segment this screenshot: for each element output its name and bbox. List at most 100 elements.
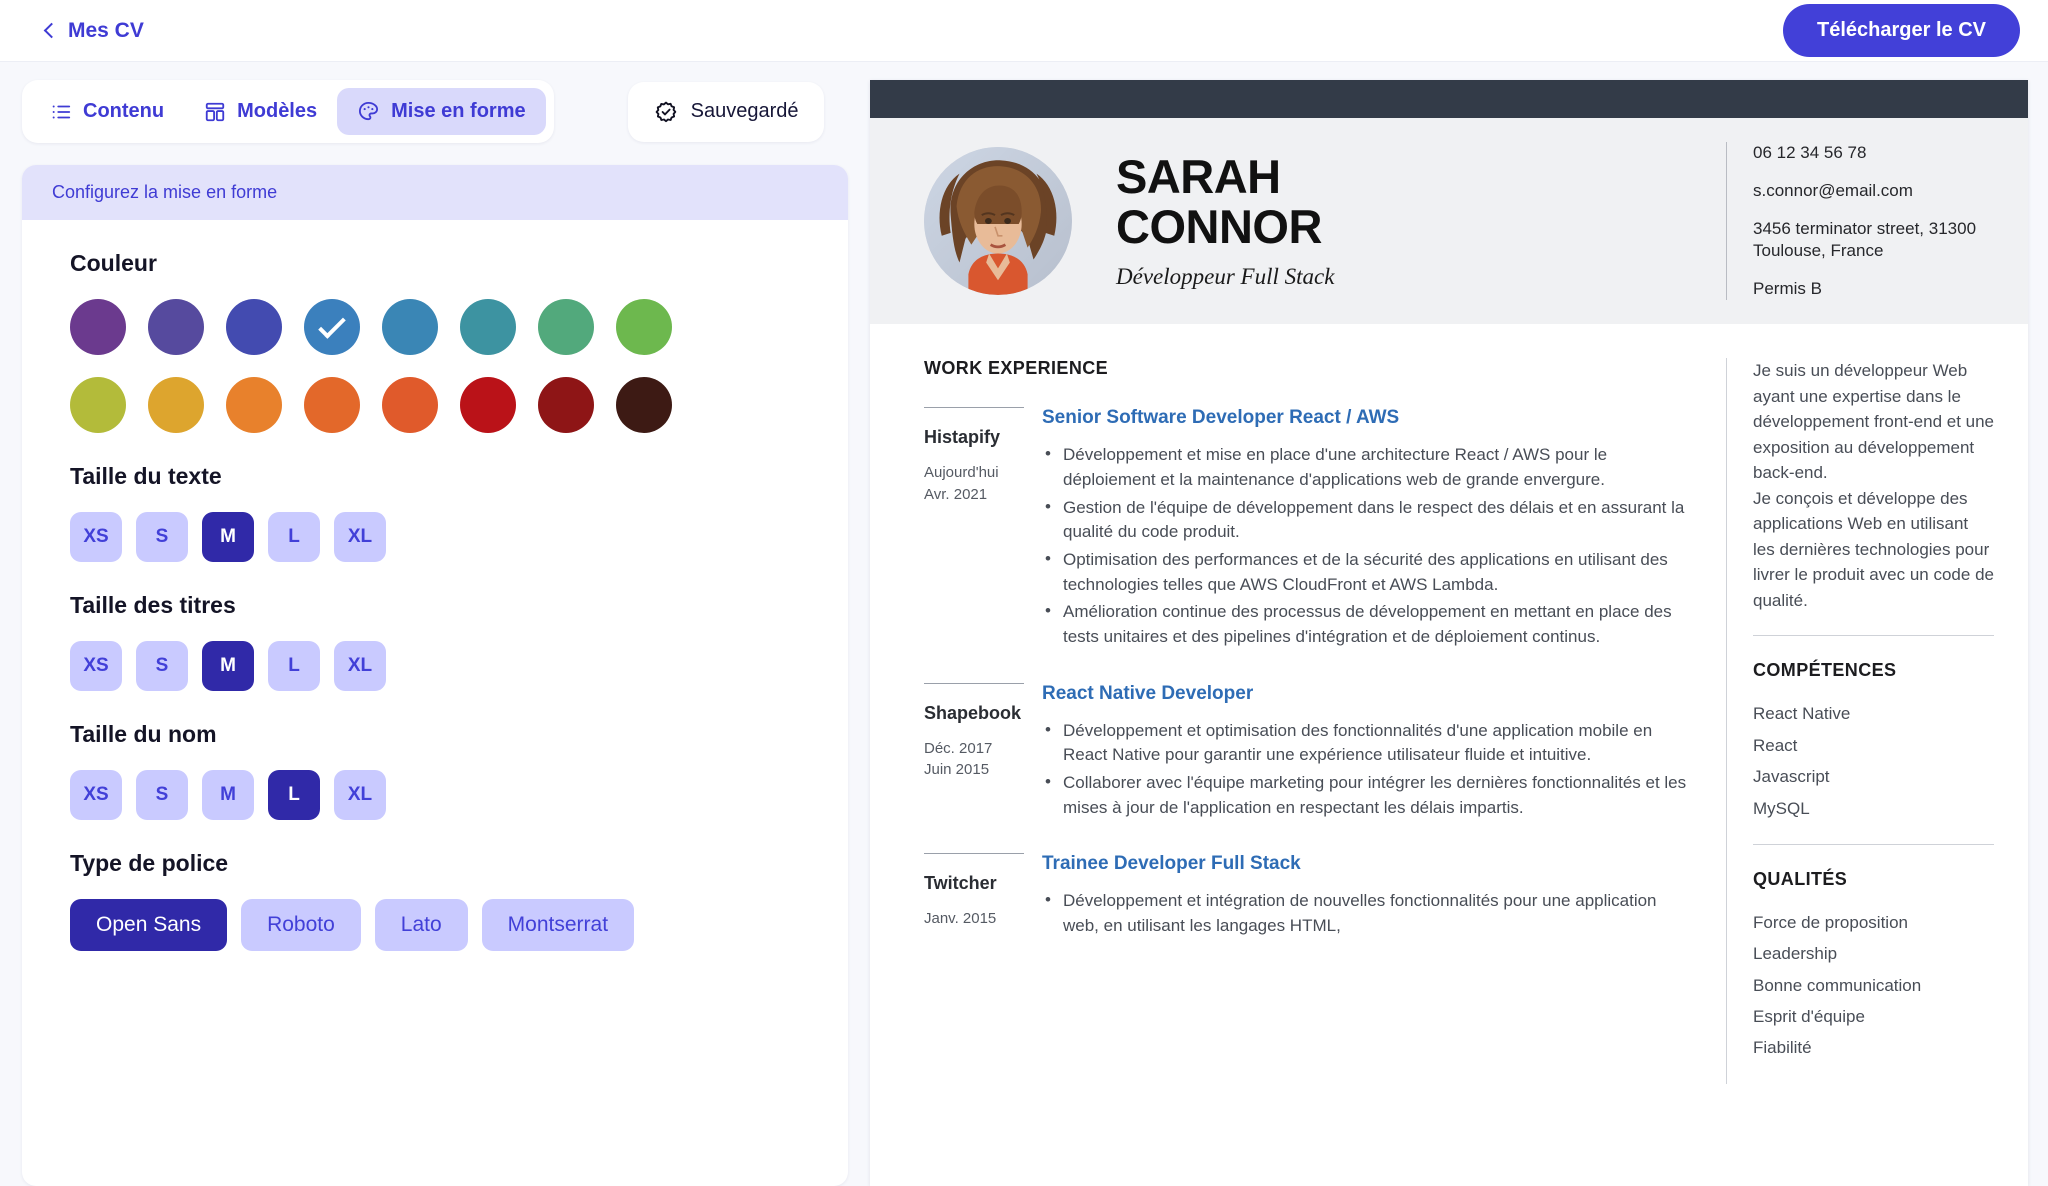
font-option-roboto[interactable]: Roboto: [241, 899, 361, 951]
skill-item: React: [1753, 735, 1798, 755]
job-bullet-list: Développement et mise en place d'une arc…: [1042, 442, 1692, 649]
skill-item: React Native: [1753, 704, 1851, 724]
top-bar: Mes CV Télécharger le CV: [0, 0, 2048, 62]
color-swatch-6[interactable]: [538, 299, 594, 355]
color-swatch-5[interactable]: [460, 299, 516, 355]
save-status-button[interactable]: Sauvegardé: [627, 81, 825, 142]
job-bullet: Développement et optimisation des foncti…: [1042, 718, 1692, 768]
contact-line-1: s.connor@email.com: [1753, 181, 1913, 201]
job-detail: React Native Developer Développement et o…: [1042, 683, 1692, 824]
cv-body: WORK EXPERIENCE Histapify Aujourd'hui Avr.…: [870, 324, 2028, 1084]
name-size-option-xl[interactable]: XL: [334, 770, 386, 820]
job-entry: Histapify Aujourd'hui Avr. 2021 Senior Soft…: [924, 407, 1692, 652]
font-option-lato[interactable]: Lato: [374, 899, 468, 951]
text-size-option-xl[interactable]: XL: [334, 512, 386, 562]
color-swatch-14[interactable]: [538, 377, 594, 433]
contact-line-0: 06 12 34 56 78: [1753, 143, 1867, 162]
tab-mise-en-forme[interactable]: Mise en forme: [337, 88, 546, 135]
job-bullet: Optimisation des performances et de la s…: [1042, 547, 1692, 597]
color-swatch-row: [70, 299, 800, 355]
cv-name-block: SARAH CONNOR Développeur Full Stack: [1072, 152, 1726, 290]
text-size-option-l[interactable]: L: [268, 512, 320, 562]
color-swatch-4[interactable]: [382, 299, 438, 355]
text-size-option-m[interactable]: M: [202, 512, 254, 562]
job-list: Histapify Aujourd'hui Avr. 2021 Senior Soft…: [924, 407, 1692, 941]
download-cv-button[interactable]: Télécharger le CV: [1783, 4, 2020, 57]
color-swatch-11[interactable]: [304, 377, 360, 433]
quality-item: Force de proposition: [1753, 912, 1908, 932]
job-bullet: Développement et intégration de nouvelle…: [1042, 888, 1692, 938]
color-swatch-7[interactable]: [616, 299, 672, 355]
job-title[interactable]: Senior Software Developer React / AWS: [1042, 407, 1692, 429]
divider: [1753, 843, 1994, 845]
main-area: Contenu Modèles Mise en forme Sauvegardé…: [0, 62, 2048, 1186]
color-swatch-1[interactable]: [148, 299, 204, 355]
formatting-panel-header: Configurez la mise en forme: [22, 165, 848, 220]
formatting-panel-body: Couleur Taille du texte XS S M L XL Taille d…: [22, 220, 848, 951]
color-swatch-9[interactable]: [148, 377, 204, 433]
color-section: Couleur: [70, 250, 800, 433]
job-title[interactable]: React Native Developer: [1042, 683, 1692, 705]
name-size-option-l[interactable]: L: [268, 770, 320, 820]
job-company: Twitcher: [924, 873, 997, 894]
heading-size-option-m[interactable]: M: [202, 641, 254, 691]
palette-icon: [357, 100, 380, 123]
name-size-title: Taille du nom: [70, 721, 217, 747]
text-size-title: Taille du texte: [70, 463, 222, 489]
heading-size-title: Taille des titres: [70, 592, 236, 618]
job-rule: [924, 407, 1024, 409]
job-bullet-list: Développement et optimisation des foncti…: [1042, 718, 1692, 821]
cv-top-strip: [870, 80, 2028, 118]
color-swatch-10[interactable]: [226, 377, 282, 433]
job-dates: Déc. 2017 Juin 2015: [924, 739, 993, 779]
editor-panel: Contenu Modèles Mise en forme Sauvegardé…: [0, 80, 870, 1186]
heading-size-option-s[interactable]: S: [136, 641, 188, 691]
color-swatch-8[interactable]: [70, 377, 126, 433]
heading-size-section: Taille des titres XS S M L XL: [70, 592, 800, 691]
cv-document: SARAH CONNOR Développeur Full Stack 06 1…: [870, 80, 2028, 1186]
text-size-option-s[interactable]: S: [136, 512, 188, 562]
avatar: [924, 147, 1072, 296]
job-title[interactable]: Trainee Developer Full Stack: [1042, 853, 1692, 875]
font-option-open-sans[interactable]: Open Sans: [70, 899, 228, 951]
editor-tab-row: Contenu Modèles Mise en forme Sauvegardé: [22, 80, 848, 143]
cv-sidebar-column: Je suis un développeur Web ayant une exp…: [1726, 358, 1994, 1084]
tab-contenu-label: Contenu: [83, 100, 165, 122]
name-size-option-m[interactable]: M: [202, 770, 254, 820]
name-size-option-xs[interactable]: XS: [70, 770, 122, 820]
tab-modeles[interactable]: Modèles: [184, 88, 337, 135]
cv-contact-list: 06 12 34 56 78 s.connor@email.com 3456 ter…: [1726, 142, 1994, 301]
job-detail: Trainee Developer Full Stack Développemen…: [1042, 853, 1692, 941]
divider: [1753, 635, 1994, 637]
text-size-option-xs[interactable]: XS: [70, 512, 122, 562]
color-swatch-15[interactable]: [616, 377, 672, 433]
heading-size-options: XS S M L XL: [70, 641, 800, 691]
tab-mise-en-forme-label: Mise en forme: [391, 100, 526, 122]
job-bullet: Amélioration continue des processus de d…: [1042, 599, 1692, 649]
list-icon: [50, 101, 72, 123]
font-option-montserrat[interactable]: Montserrat: [481, 899, 635, 951]
heading-size-option-l[interactable]: L: [268, 641, 320, 691]
text-size-section: Taille du texte XS S M L XL: [70, 463, 800, 562]
tab-contenu[interactable]: Contenu: [30, 88, 184, 135]
badge-check-icon: [654, 100, 678, 124]
color-swatch-0[interactable]: [70, 299, 126, 355]
job-rule: [924, 853, 1024, 855]
save-status-label: Sauvegardé: [690, 100, 799, 122]
name-size-option-s[interactable]: S: [136, 770, 188, 820]
formatting-panel: Configurez la mise en forme Couleur Tail…: [22, 165, 848, 1186]
heading-size-option-xs[interactable]: XS: [70, 641, 122, 691]
color-swatch-13[interactable]: [460, 377, 516, 433]
color-swatch-3[interactable]: [304, 299, 360, 355]
back-to-my-cvs-link[interactable]: Mes CV: [43, 19, 144, 43]
cv-role: Développeur Full Stack: [1116, 264, 1335, 290]
job-dates: Janv. 2015: [924, 910, 997, 928]
skills-list: React Native React Javascript MySQL: [1753, 701, 1994, 821]
color-swatch-2[interactable]: [226, 299, 282, 355]
cv-experience-column: WORK EXPERIENCE Histapify Aujourd'hui Avr.…: [924, 358, 1726, 1083]
quality-item: Fiabilité: [1753, 1038, 1812, 1058]
heading-size-option-xl[interactable]: XL: [334, 641, 386, 691]
check-icon: [318, 311, 346, 340]
color-swatch-12[interactable]: [382, 377, 438, 433]
cv-name-line2: CONNOR: [1116, 200, 1322, 254]
